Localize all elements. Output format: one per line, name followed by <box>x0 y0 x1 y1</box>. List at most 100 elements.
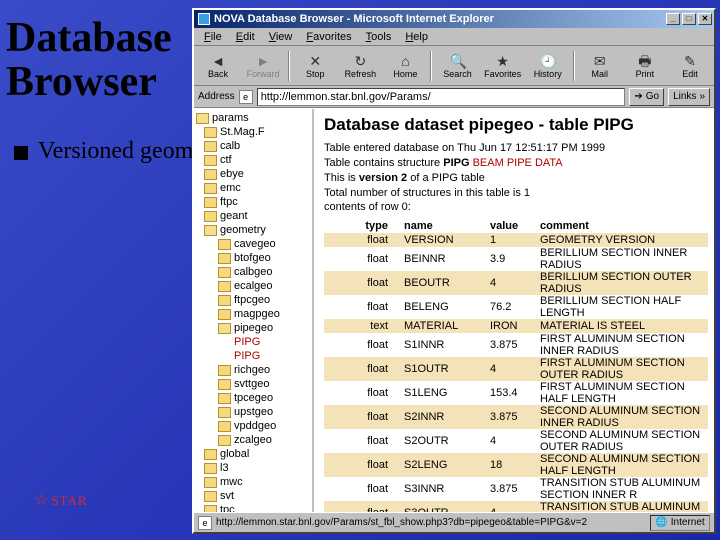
tree-folder[interactable]: mwc <box>196 475 312 489</box>
cell-type: float <box>324 405 398 429</box>
table-row: floatS1LENG153.4FIRST ALUMINUM SECTION H… <box>324 381 708 405</box>
tree-folder[interactable]: svttgeo <box>196 377 312 391</box>
menu-favorites[interactable]: Favorites <box>300 30 357 44</box>
main-panel: Database dataset pipegeo - table PIPG Ta… <box>314 109 714 512</box>
table-row: floatVERSION1GEOMETRY VERSION <box>324 233 708 247</box>
menu-file[interactable]: File <box>198 30 228 44</box>
col-value: value <box>484 219 534 233</box>
tree-folder[interactable]: btofgeo <box>196 251 312 265</box>
cell-type: float <box>324 453 398 477</box>
folder-icon <box>218 393 231 404</box>
table-row: floatS2LENG18SECOND ALUMINUM SECTION HAL… <box>324 453 708 477</box>
tree-folder[interactable]: geometry <box>196 223 312 237</box>
tool-stop[interactable]: ✕Stop <box>293 48 337 84</box>
status-page-icon: e <box>198 516 212 530</box>
tree-folder[interactable]: ctf <box>196 153 312 167</box>
col-comment: comment <box>534 219 708 233</box>
folder-icon <box>218 253 231 264</box>
tree-folder[interactable]: params <box>196 111 312 125</box>
titlebar: NOVA Database Browser - Microsoft Intern… <box>194 10 714 28</box>
title-line2: Browser <box>6 59 157 105</box>
menu-tools[interactable]: Tools <box>360 30 398 44</box>
col-type: type <box>324 219 398 233</box>
cell-val: 3.875 <box>484 405 534 429</box>
tool-home[interactable]: ⌂Home <box>383 48 427 84</box>
tree-folder[interactable]: magpgeo <box>196 307 312 321</box>
tree-folder[interactable]: ebye <box>196 167 312 181</box>
window-title: NOVA Database Browser - Microsoft Intern… <box>214 13 494 25</box>
folder-icon <box>218 309 231 320</box>
tree-panel[interactable]: paramsSt.Mag.Fcalbctfebyeemcftpcgeantgeo… <box>194 109 314 512</box>
folder-icon <box>218 365 231 376</box>
bullet-marker-icon <box>14 146 28 160</box>
tree-folder[interactable]: emc <box>196 181 312 195</box>
tree-folder[interactable]: ecalgeo <box>196 279 312 293</box>
tool-edit[interactable]: ✎Edit <box>668 48 712 84</box>
table-row: floatS2INNR3.875SECOND ALUMINUM SECTION … <box>324 405 708 429</box>
slide-title: Database Browser <box>6 16 172 104</box>
folder-icon <box>218 407 231 418</box>
folder-icon <box>204 211 217 222</box>
search-icon: 🔍 <box>450 53 466 69</box>
folder-icon <box>204 463 217 474</box>
tree-folder[interactable]: zcalgeo <box>196 433 312 447</box>
tree-folder[interactable]: ftpcgeo <box>196 293 312 307</box>
cell-val: 153.4 <box>484 381 534 405</box>
tree-folder[interactable]: pipegeo <box>196 321 312 335</box>
tool-favorites[interactable]: ★Favorites <box>481 48 525 84</box>
tree-leaf[interactable]: PIPG <box>196 335 312 349</box>
tool-forward: ►Forward <box>241 48 285 84</box>
addressbar: Address e ➔ Go Links » <box>194 86 714 108</box>
tool-mail[interactable]: ✉Mail <box>578 48 622 84</box>
tree-leaf[interactable]: PIPG <box>196 349 312 363</box>
table-row: floatS1INNR3.875FIRST ALUMINUM SECTION I… <box>324 333 708 357</box>
home-icon: ⌂ <box>397 53 413 69</box>
cell-name: S2LENG <box>398 453 484 477</box>
table-row: floatS3OUTR4TRANSITION STUB ALUMINUM SEC… <box>324 501 708 512</box>
cell-cmt: BERILLIUM SECTION INNER RADIUS <box>534 247 708 271</box>
close-button[interactable]: ✕ <box>698 13 712 25</box>
cell-name: BEOUTR <box>398 271 484 295</box>
tree-folder[interactable]: l3 <box>196 461 312 475</box>
tool-history[interactable]: 🕘History <box>526 48 570 84</box>
cell-cmt: BERILLIUM SECTION OUTER RADIUS <box>534 271 708 295</box>
tool-back[interactable]: ◄Back <box>196 48 240 84</box>
cell-type: float <box>324 271 398 295</box>
minimize-button[interactable]: _ <box>666 13 680 25</box>
tree-folder[interactable]: tpc <box>196 503 312 512</box>
cell-cmt: FIRST ALUMINUM SECTION HALF LENGTH <box>534 381 708 405</box>
tree-folder[interactable]: tpcegeo <box>196 391 312 405</box>
tree-folder[interactable]: geant <box>196 209 312 223</box>
cell-val: 1 <box>484 233 534 247</box>
folder-icon <box>218 239 231 250</box>
cell-name: BEINNR <box>398 247 484 271</box>
cell-cmt: BERILLIUM SECTION HALF LENGTH <box>534 295 708 319</box>
tree-folder[interactable]: St.Mag.F <box>196 125 312 139</box>
tool-search[interactable]: 🔍Search <box>435 48 479 84</box>
tree-folder[interactable]: richgeo <box>196 363 312 377</box>
cell-val: 4 <box>484 357 534 381</box>
tree-folder[interactable]: vpddgeo <box>196 419 312 433</box>
maximize-button[interactable]: □ <box>682 13 696 25</box>
col-name: name <box>398 219 484 233</box>
tree-folder[interactable]: ftpc <box>196 195 312 209</box>
edit-icon: ✎ <box>682 53 698 69</box>
tree-folder[interactable]: svt <box>196 489 312 503</box>
tree-folder[interactable]: cavegeo <box>196 237 312 251</box>
stop-icon: ✕ <box>307 53 323 69</box>
go-button[interactable]: ➔ Go <box>629 88 664 106</box>
tree-folder[interactable]: calb <box>196 139 312 153</box>
tree-folder[interactable]: global <box>196 447 312 461</box>
folder-icon <box>204 197 217 208</box>
tool-refresh[interactable]: ↻Refresh <box>338 48 382 84</box>
tree-folder[interactable]: upstgeo <box>196 405 312 419</box>
cell-val: 76.2 <box>484 295 534 319</box>
address-input[interactable] <box>257 88 626 106</box>
folder-icon <box>218 281 231 292</box>
tree-folder[interactable]: calbgeo <box>196 265 312 279</box>
links-button[interactable]: Links » <box>668 88 710 106</box>
menu-edit[interactable]: Edit <box>230 30 261 44</box>
tool-print[interactable]: 🖶Print <box>623 48 667 84</box>
menu-help[interactable]: Help <box>399 30 434 44</box>
menu-view[interactable]: View <box>263 30 299 44</box>
